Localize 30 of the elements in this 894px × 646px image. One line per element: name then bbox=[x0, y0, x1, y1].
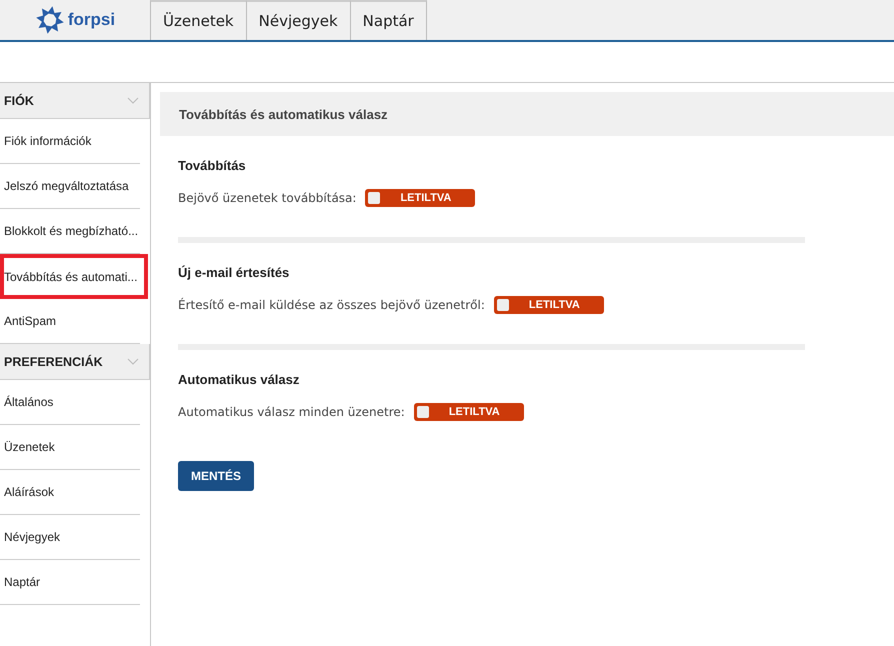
sidebar-item[interactable]: Fiók információk bbox=[0, 119, 140, 164]
toggle-switch[interactable]: LETILTVA bbox=[365, 189, 476, 207]
sidebar-section-header[interactable]: PREFERENCIÁK bbox=[0, 344, 150, 380]
toggle-switch[interactable]: LETILTVA bbox=[414, 403, 524, 421]
chevron-icon[interactable] bbox=[127, 358, 139, 365]
sidebar-item[interactable]: Továbbítás és automati... bbox=[0, 254, 148, 299]
sidebar-item[interactable]: Blokkolt és megbízható... bbox=[0, 209, 140, 254]
section-title: FIÓK bbox=[4, 94, 34, 108]
sidebar-item[interactable]: Névjegyek bbox=[0, 515, 140, 560]
sidebar-section-header[interactable]: FIÓK bbox=[0, 83, 150, 119]
toggle-switch[interactable]: LETILTVA bbox=[494, 296, 604, 314]
section-heading: Új e-mail értesítés bbox=[178, 265, 290, 280]
logo-text: forpsi bbox=[68, 10, 116, 30]
nav-tab[interactable]: Üzenetek bbox=[150, 0, 247, 40]
nav-tab[interactable]: Naptár bbox=[350, 0, 427, 40]
sidebar-item[interactable]: Általános bbox=[0, 380, 140, 425]
panel-title: Továbbítás és automatikus válasz bbox=[160, 92, 894, 136]
sidebar-item[interactable]: Jelszó megváltoztatása bbox=[0, 164, 140, 209]
chevron-icon[interactable] bbox=[127, 97, 139, 104]
sidebar-item[interactable]: Naptár bbox=[0, 560, 140, 605]
logo-icon bbox=[34, 5, 65, 35]
save-button[interactable]: MENTÉS bbox=[178, 461, 254, 491]
section-title: PREFERENCIÁK bbox=[4, 354, 103, 368]
section-heading: Automatikus válasz bbox=[178, 372, 300, 387]
setting-label: Automatikus válasz minden üzenetre: bbox=[178, 405, 405, 419]
setting-label: Bejövő üzenetek továbbítása: bbox=[178, 191, 356, 205]
setting-label: Értesítő e-mail küldése az összes bejövő üzenetről: bbox=[178, 298, 485, 312]
sidebar-item[interactable]: Üzenetek bbox=[0, 425, 140, 470]
section-heading: Továbbítás bbox=[178, 158, 247, 173]
sidebar-item[interactable]: Aláírások bbox=[0, 470, 140, 515]
